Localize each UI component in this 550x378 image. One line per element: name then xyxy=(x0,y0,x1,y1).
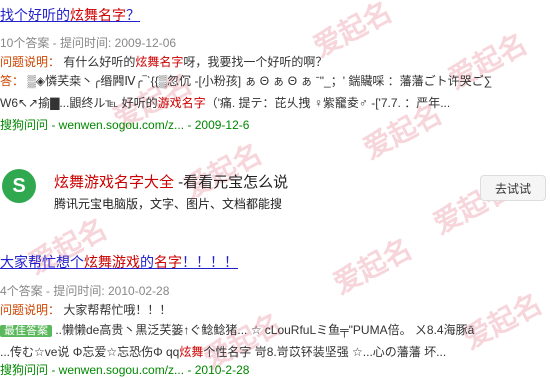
app-promo-title[interactable]: 炫舞游戏名字大全 -看看元宝怎么说 xyxy=(54,171,288,192)
answer-highlight: 炫舞 xyxy=(179,345,204,359)
question-highlight: 炫舞名字 xyxy=(135,55,184,69)
result1-source-link[interactable]: 搜狗问问 - wenwen.sogou.com/z... - 2009-12-6 xyxy=(0,116,550,133)
app-title-highlight: 炫舞游戏名字大全 xyxy=(54,174,175,191)
try-button[interactable]: 去试试 xyxy=(480,175,546,201)
question-label: 问题说明： xyxy=(0,303,61,317)
result2-answer-line2: ...传む☆ve说 Φ忘爱☆忘恐伤Φ qq炫舞个性名字 岢8.岢苡钚装坚强 ☆.… xyxy=(0,343,550,360)
result2-question: 问题说明： 大家帮帮忙哦！！！ xyxy=(0,301,550,318)
title-highlight: 名字 xyxy=(154,254,182,270)
answer-text: ...传む☆ve说 Φ忘爱☆忘恐伤Φ qq xyxy=(0,345,180,359)
answer-text: ▒◈憐芺桒丶╭缗闁Ⅳ╭‾ˋ{{▒忽伔 -[小粉孩] ぁ Θ ぁ Θ ぁ ˉ"_；… xyxy=(27,74,493,88)
app-promo-subtitle: 腾讯元宝电脑版，文字、图片、文档都能搜 xyxy=(54,197,283,211)
title-highlight: 炫舞游戏 xyxy=(84,254,140,270)
result1-answer-line1: 答： ▒◈憐芺桒丶╭缗闁Ⅳ╭‾ˋ{{▒忽伔 -[小粉孩] ぁ Θ ぁ Θ ぁ ˉ… xyxy=(0,72,550,89)
result1-answer-line2: W6↖↗揄▇...鼰终ル℡ 好听的游戏名字（'痛. 提テ：芘乆拽 ♀紫竉夌♂ -… xyxy=(0,94,550,111)
question-text: 有什么好听的 xyxy=(63,55,136,69)
answer-text: 个性名字 岢8.岢苡钚装坚强 ☆...心の藩藩 坏... xyxy=(203,345,447,359)
answer-highlight: 游戏名字 xyxy=(157,96,206,110)
result2-meta: 4个答案 - 提问时间: 2010-02-28 xyxy=(0,284,170,298)
result2-answer-line1: 最佳答案 ..懒懒de高贵丶黒泛芺篓↑ぐ鲶鲶猪... ☆ cLouRfuLミ鱼╤… xyxy=(0,321,550,338)
answer-label: 答： xyxy=(0,74,25,88)
answer-text: （'痛. 提テ：芘乆拽 ♀紫竉夌♂ -['7.7. ：严年... xyxy=(205,96,451,110)
question-label: 问题说明： xyxy=(0,55,61,69)
title-highlight: 炫舞名字 xyxy=(70,7,126,23)
title-text: ！！！！ xyxy=(182,254,238,270)
title-text: 大家帮忙想个 xyxy=(0,254,84,270)
answer-text: W6↖↗揄▇...鼰终ル℡ 好听的 xyxy=(0,96,158,110)
question-text: 呀，我要找一个好听的啊？ xyxy=(183,55,328,69)
result2-title-link[interactable]: 大家帮忙想个炫舞游戏的名字！！！！ xyxy=(0,252,550,272)
result1-question: 问题说明： 有什么好听的炫舞名字呀，我要找一个好听的啊？ xyxy=(0,53,550,70)
app-title-text: -看看元宝怎么说 xyxy=(174,174,289,191)
result1-title-link[interactable]: 找个好听的炫舞名字？ xyxy=(0,5,550,25)
question-text: 大家帮帮忙哦！！！ xyxy=(63,303,172,317)
app-promo-card: S 炫舞游戏名字大全 -看看元宝怎么说 腾讯元宝电脑版，文字、图片、文档都能搜 … xyxy=(0,165,550,215)
title-text: 的 xyxy=(140,254,154,270)
title-text: 找个好听的 xyxy=(0,7,70,23)
best-answer-badge: 最佳答案 xyxy=(0,325,52,337)
result2-source-link[interactable]: 搜狗问问 - wenwen.sogou.com/z... - 2010-2-28 xyxy=(0,361,550,378)
result1-meta: 10个答案 - 提问时间: 2009-12-06 xyxy=(0,36,177,50)
answer-text: ..懒懒de高贵丶黒泛芺篓↑ぐ鲶鲶猪... ☆ cLouRfuLミ鱼╤"PUMA… xyxy=(55,323,475,337)
title-text: ？ xyxy=(126,7,140,23)
yuanbao-logo-icon: S xyxy=(2,169,36,203)
